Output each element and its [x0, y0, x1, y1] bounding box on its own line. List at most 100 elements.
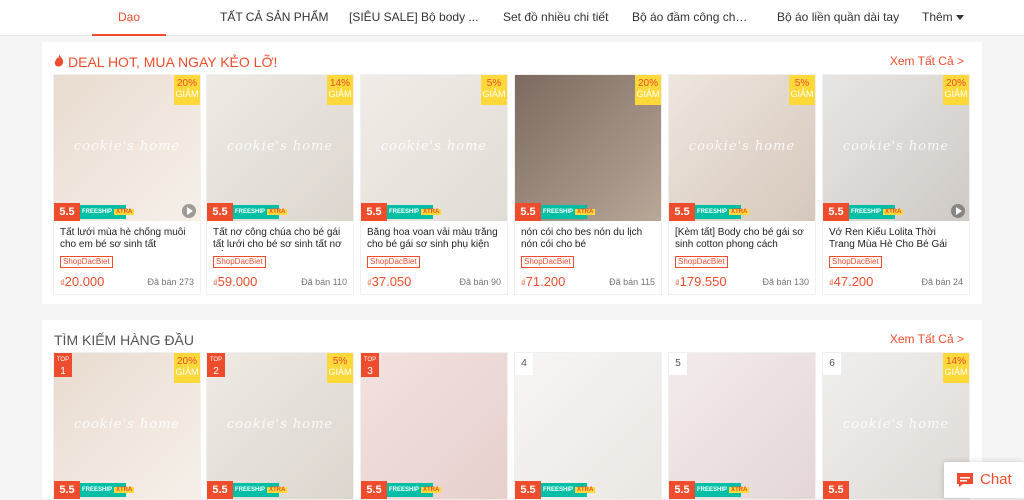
sale-5-5-badge: 5.5 — [207, 481, 233, 499]
chat-bubble-icon — [956, 472, 974, 488]
freeship-label: FREESHIP — [543, 209, 573, 215]
product-image[interactable]: cookie's home20%GIẢM5.5FREESHIPXTRA — [54, 75, 200, 221]
promo-strip: 5.5FREESHIPXTRA — [207, 481, 353, 499]
product-name[interactable]: nón cói cho bes nón du lịch nón cói cho … — [521, 227, 655, 251]
product-card[interactable]: cookie's home20%GIẢM5.5FREESHIPXTRATất l… — [53, 74, 201, 295]
product-name[interactable]: Tất nơ công chúa cho bé gái tất lưới cho… — [213, 227, 347, 251]
top-section-title: TÌM KIẾM HÀNG ĐẦU — [54, 332, 194, 348]
product-image[interactable]: cookie's home20%GIẢM5.5FREESHIPXTRA — [823, 75, 969, 221]
price-value: 37.050 — [372, 274, 412, 289]
product-card[interactable]: 5.5FREESHIPXTRA 5 — [668, 352, 816, 500]
discount-badge: 20%GIẢM — [174, 75, 200, 105]
sold-count: Đã bán 24 — [921, 277, 963, 287]
shop-watermark: cookie's home — [823, 139, 969, 154]
deal-see-all-link[interactable]: Xem Tất Cả > — [890, 54, 964, 68]
product-card[interactable]: cookie's home5%GIẢM5.5FREESHIPXTRA Băng h… — [360, 74, 508, 295]
tab-all-products[interactable]: TẤT CẢ SẢN PHẨM — [220, 0, 338, 36]
product-photo — [669, 353, 815, 499]
freeship-badge: FREESHIPXTRA — [80, 483, 126, 497]
freeship-badge: FREESHIPXTRA — [541, 483, 587, 497]
product-card[interactable]: cookie's home14%GIẢM5.5FREESHIPXTRA Tất n… — [206, 74, 354, 295]
product-image[interactable]: cookie's home5%GIẢM5.5FREESHIPXTRATOP2 — [207, 353, 353, 499]
xtra-label: XTRA — [421, 487, 441, 493]
sale-5-5-badge: 5.5 — [669, 481, 695, 499]
tab-princess-dresses[interactable]: Bộ áo đầm công chúa... — [632, 0, 752, 36]
more-dropdown[interactable]: Thêm — [922, 0, 972, 36]
product-image[interactable]: 5.5FREESHIPXTRA 5 — [669, 353, 815, 499]
top-rank-badge: TOP3 — [361, 353, 379, 377]
product-price: ₫71.200 — [521, 274, 565, 289]
top-see-all-link[interactable]: Xem Tất Cả > — [890, 332, 964, 346]
top-rank-badge: TOP1 — [54, 353, 72, 377]
xtra-label: XTRA — [729, 209, 749, 215]
discount-badge: 5%GIẢM — [789, 75, 815, 105]
product-card[interactable]: 5.5FREESHIPXTRA 4 — [514, 352, 662, 500]
product-price: ₫179.550 — [675, 274, 727, 289]
shop-watermark: cookie's home — [361, 139, 507, 154]
discount-label: GIẢM — [174, 89, 200, 100]
sale-5-5-badge: 5.5 — [54, 203, 80, 221]
freeship-label: FREESHIP — [697, 209, 727, 215]
freeship-badge: FREESHIPXTRA — [849, 205, 895, 219]
tab-detailed-sets[interactable]: Set đồ nhiều chi tiết — [503, 0, 613, 36]
tab-dao[interactable]: Dạo — [92, 0, 166, 36]
product-image[interactable]: cookie's home20%GIẢM5.5FREESHIPXTRATOP1 — [54, 353, 200, 499]
product-image[interactable]: 20%GIẢM5.5FREESHIPXTRA — [515, 75, 661, 221]
product-card[interactable]: cookie's home5%GIẢM5.5FREESHIPXTRA[Kèm t… — [668, 74, 816, 295]
sale-5-5-badge: 5.5 — [823, 481, 849, 499]
sale-5-5-badge: 5.5 — [515, 203, 541, 221]
tab-long-sleeve-rompers[interactable]: Bộ áo liền quần dài tay — [777, 0, 902, 36]
rank-number: 5 — [669, 353, 687, 375]
price-value: 20.000 — [65, 274, 105, 289]
rank-number: 6 — [823, 353, 841, 375]
product-card[interactable]: cookie's home20%GIẢM5.5FREESHIPXTRATOP1 — [53, 352, 201, 500]
flame-icon — [53, 54, 65, 68]
product-image[interactable]: cookie's home14%GIẢM5.5FREESHIPXTRA — [207, 75, 353, 221]
play-video-icon[interactable] — [951, 204, 965, 218]
xtra-label: XTRA — [575, 209, 595, 215]
discount-label: GIẢM — [943, 367, 969, 378]
chat-button[interactable]: Chat — [944, 462, 1024, 498]
product-price: ₫37.050 — [367, 274, 411, 289]
product-image[interactable]: cookie's home5%GIẢM5.5FREESHIPXTRA — [669, 75, 815, 221]
product-card[interactable]: cookie's home5%GIẢM5.5FREESHIPXTRATOP2 — [206, 352, 354, 500]
shop-watermark: cookie's home — [823, 417, 969, 432]
product-card[interactable]: cookie's home20%GIẢM5.5FREESHIPXTRA Vớ Re… — [822, 74, 970, 295]
freeship-label: FREESHIP — [235, 209, 265, 215]
sale-5-5-badge: 5.5 — [669, 203, 695, 221]
promo-strip: 5.5FREESHIPXTRA — [54, 481, 200, 499]
product-card[interactable]: 20%GIẢM5.5FREESHIPXTRA nón cói cho bes nó… — [514, 74, 662, 295]
freeship-label: FREESHIP — [697, 487, 727, 493]
xtra-label: XTRA — [421, 209, 441, 215]
product-price: ₫59.000 — [213, 274, 257, 289]
price-value: 179.550 — [680, 274, 727, 289]
price-value: 71.200 — [526, 274, 566, 289]
rank-number: 3 — [367, 366, 373, 377]
play-video-icon[interactable] — [182, 204, 196, 218]
freeship-label: FREESHIP — [389, 487, 419, 493]
rank-number: 4 — [515, 353, 533, 375]
promo-strip: 5.5FREESHIPXTRA — [361, 203, 507, 221]
sale-5-5-badge: 5.5 — [207, 203, 233, 221]
product-name[interactable]: Băng hoa voan vải màu trắng cho bé gái s… — [367, 227, 501, 251]
product-image[interactable]: 5.5FREESHIPXTRATOP3 — [361, 353, 507, 499]
xtra-label: XTRA — [267, 487, 287, 493]
product-name[interactable]: Tất lưới mùa hè chống muỗi cho em bé sơ … — [60, 227, 194, 251]
sale-5-5-badge: 5.5 — [515, 481, 541, 499]
tab-super-sale[interactable]: [SIÊU SALE] Bộ body ... — [349, 0, 479, 36]
product-image[interactable]: 5.5FREESHIPXTRA 4 — [515, 353, 661, 499]
chevron-down-icon — [956, 15, 964, 20]
product-image[interactable]: cookie's home5%GIẢM5.5FREESHIPXTRA — [361, 75, 507, 221]
product-card[interactable]: 5.5FREESHIPXTRATOP3 — [360, 352, 508, 500]
xtra-label: XTRA — [729, 487, 749, 493]
discount-percent: 20% — [174, 78, 200, 89]
shop-watermark: cookie's home — [54, 417, 200, 432]
product-name[interactable]: [Kèm tất] Body cho bé gái sơ sinh cotton… — [675, 227, 809, 251]
shop-watermark: cookie's home — [207, 139, 353, 154]
shop-tag: ShopDacBiet — [675, 256, 728, 268]
product-name[interactable]: Vớ Ren Kiểu Lolita Thời Trang Mùa Hè Cho… — [829, 227, 963, 251]
freeship-label: FREESHIP — [851, 209, 881, 215]
rank-number: 2 — [213, 366, 219, 377]
freeship-badge: FREESHIPXTRA — [233, 205, 279, 219]
freeship-badge: FREESHIPXTRA — [695, 483, 741, 497]
